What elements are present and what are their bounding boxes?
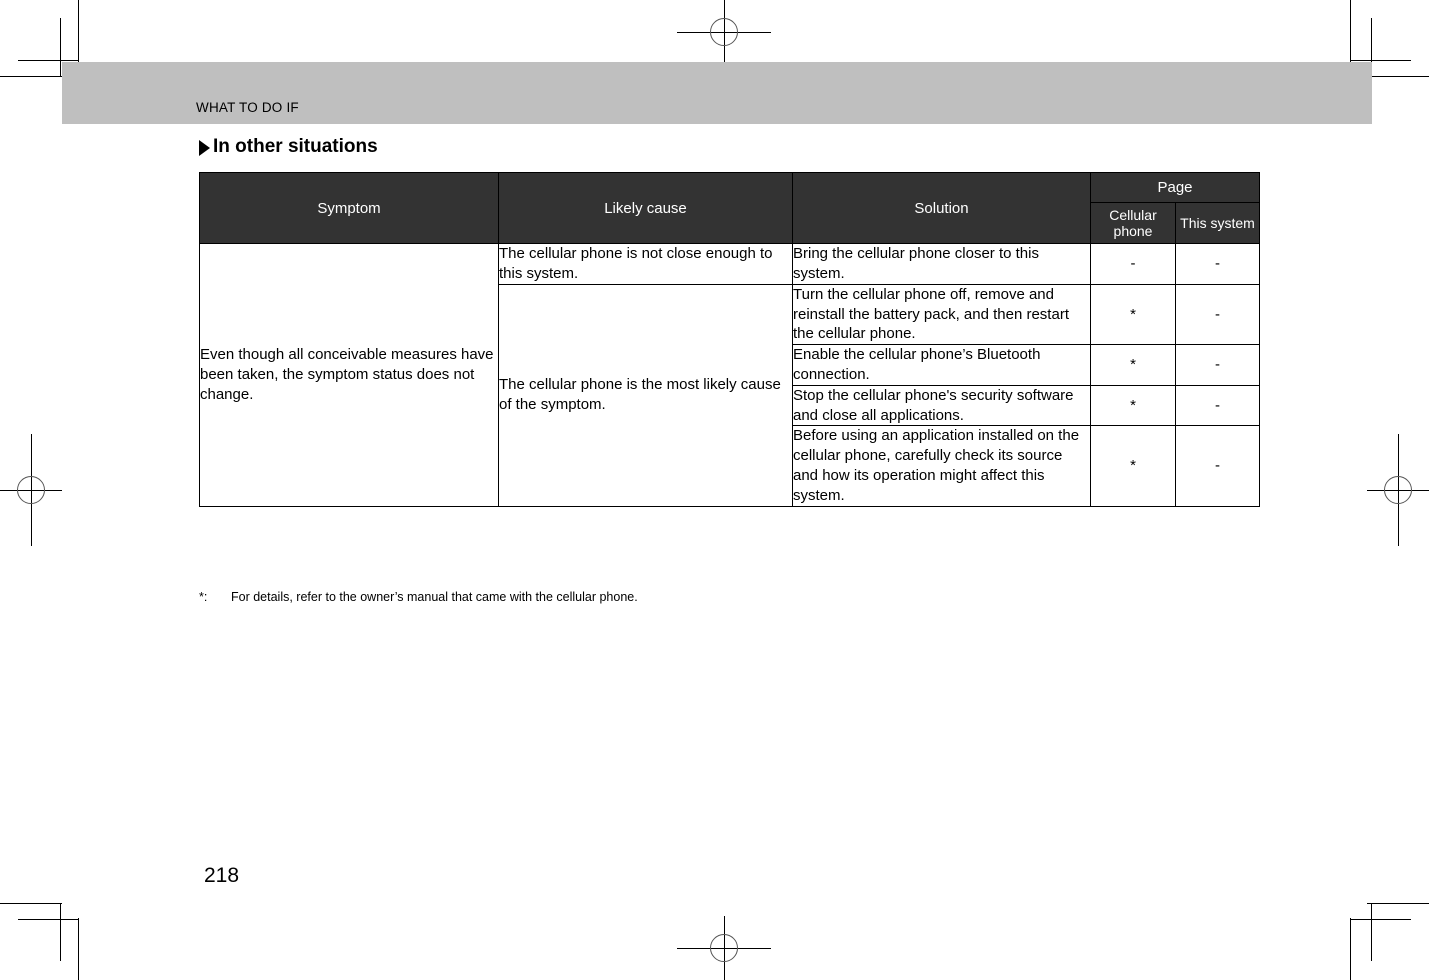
crop-mark-bottom-left-horizontal-outer <box>0 903 62 904</box>
column-header-symptom: Symptom <box>199 171 499 245</box>
running-header-title: WHAT TO DO IF <box>196 100 299 115</box>
crop-mark-bottom-right-vertical-outer <box>1350 918 1351 980</box>
cell-page-this-system: - <box>1174 243 1261 285</box>
footnote-text: For details, refer to the owner’s manual… <box>231 590 638 604</box>
registration-mark-right <box>1367 434 1429 546</box>
table-row: Even though all conceivable measures hav… <box>199 243 1261 507</box>
footnote-marker: *: <box>199 590 208 604</box>
crop-mark-bottom-left-horizontal-inner <box>18 919 78 920</box>
cell-page-cellular-phone: * <box>1090 384 1176 427</box>
column-header-likely-cause: Likely cause <box>498 171 793 245</box>
cell-solution: Stop the cellular phone's security softw… <box>792 384 1091 427</box>
section-heading: In other situations <box>199 136 378 158</box>
crop-mark-top-left-horizontal-outer <box>0 76 62 77</box>
manual-page: WHAT TO DO IF In other situations Sympto… <box>0 0 1429 980</box>
triangle-bullet-icon <box>199 140 210 156</box>
column-header-this-system: This system <box>1174 201 1261 245</box>
table-header: Symptom Likely cause Solution Page Cellu… <box>199 171 1261 245</box>
registration-mark-right-circle <box>1384 476 1412 504</box>
cell-page-this-system: - <box>1174 425 1261 507</box>
cell-page-this-system: - <box>1174 283 1261 346</box>
crop-mark-top-right-horizontal-outer <box>1367 76 1429 77</box>
table-body: Even though all conceivable measures hav… <box>199 243 1261 507</box>
crop-mark-bottom-left-vertical-outer <box>78 918 79 980</box>
crop-mark-bottom-right-horizontal-inner <box>1351 919 1411 920</box>
column-header-page-group: Page <box>1089 172 1261 203</box>
crop-mark-top-left-vertical-inner <box>60 18 61 76</box>
crop-mark-top-left-horizontal-inner <box>18 60 78 61</box>
column-header-cellular-phone: Cellular phone <box>1090 201 1176 245</box>
page-number: 218 <box>204 864 240 887</box>
table-header-row-1: Symptom Likely cause Solution Page <box>199 171 1261 245</box>
crop-mark-bottom-right-vertical-inner <box>1371 903 1372 961</box>
cell-likely-cause: The cellular phone is the most likely ca… <box>498 283 793 507</box>
cell-page-cellular-phone: * <box>1090 425 1176 507</box>
crop-mark-bottom-right-horizontal-outer <box>1367 903 1429 904</box>
registration-mark-left <box>0 434 62 546</box>
cell-page-cellular-phone: * <box>1090 344 1176 386</box>
cell-symptom: Even though all conceivable measures hav… <box>199 243 499 507</box>
cell-page-this-system: - <box>1174 384 1261 427</box>
cell-solution: Bring the cellular phone closer to this … <box>792 243 1091 285</box>
crop-mark-top-left-vertical-outer <box>78 0 79 62</box>
crop-mark-bottom-left-vertical-inner <box>60 903 61 961</box>
crop-mark-top-right-horizontal-inner <box>1351 60 1411 61</box>
footnote: *: For details, refer to the owner’s manu… <box>199 590 638 604</box>
registration-mark-top <box>677 0 771 64</box>
registration-mark-bottom-circle <box>710 934 738 962</box>
registration-mark-top-circle <box>710 18 738 46</box>
symptom-solution-table: Symptom Likely cause Solution Page Cellu… <box>199 171 1261 507</box>
cell-page-this-system: - <box>1174 344 1261 386</box>
cell-solution: Before using an application installed on… <box>792 425 1091 507</box>
cell-likely-cause: The cellular phone is not close enough t… <box>498 243 793 285</box>
column-header-solution: Solution <box>792 171 1091 245</box>
registration-mark-left-circle <box>17 476 45 504</box>
cell-page-cellular-phone: - <box>1090 243 1176 285</box>
cell-solution: Turn the cellular phone off, remove and … <box>792 283 1091 346</box>
section-heading-label: In other situations <box>213 136 378 157</box>
crop-mark-top-right-vertical-outer <box>1350 0 1351 62</box>
registration-mark-bottom <box>677 916 771 980</box>
cell-solution: Enable the cellular phone’s Bluetooth co… <box>792 344 1091 386</box>
cell-page-cellular-phone: * <box>1090 283 1176 346</box>
